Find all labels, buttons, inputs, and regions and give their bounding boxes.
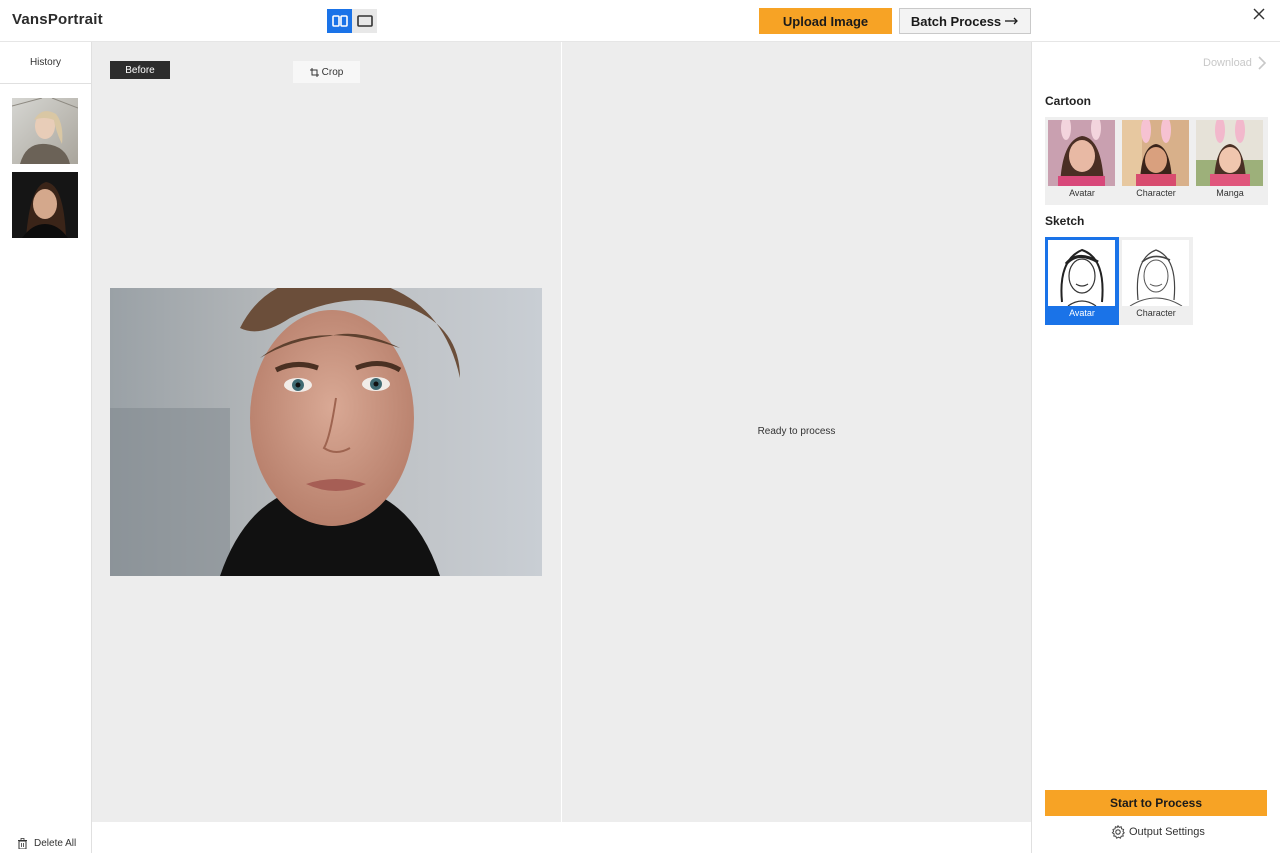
history-thumbnail-1[interactable] [12, 98, 78, 164]
start-process-button[interactable]: Start to Process [1045, 790, 1267, 816]
crop-icon [309, 67, 319, 77]
download-label: Download [1203, 57, 1252, 69]
style-panel: Download Cartoon Avatar Character Manga … [1031, 42, 1280, 853]
output-settings-button[interactable]: Output Settings [1111, 825, 1205, 839]
status-text: Ready to process [757, 426, 836, 437]
cartoon-avatar-style[interactable]: Avatar [1045, 117, 1119, 205]
sketch-section-title: Sketch [1045, 214, 1085, 228]
single-view-icon [356, 15, 373, 27]
close-button[interactable] [1250, 5, 1268, 23]
batch-process-button[interactable]: Batch Process [899, 8, 1031, 34]
cartoon-avatar-label: Avatar [1069, 188, 1095, 198]
sketch-character-style[interactable]: Character [1119, 237, 1193, 325]
cartoon-character-style[interactable]: Character [1119, 117, 1193, 205]
single-view-button[interactable] [352, 9, 377, 33]
before-canvas: Before Crop [92, 42, 561, 822]
delete-all-button[interactable]: Delete All [17, 838, 76, 849]
sketch-avatar-label: Avatar [1069, 308, 1095, 318]
sketch-style-list: Avatar Character [1045, 237, 1193, 325]
close-icon [1253, 8, 1265, 20]
cartoon-character-label: Character [1136, 188, 1176, 198]
upload-image-button[interactable]: Upload Image [759, 8, 892, 34]
app-window: VansPortrait Upload Image Batch Process [0, 0, 1280, 853]
trash-icon [18, 838, 27, 849]
cartoon-section-title: Cartoon [1045, 94, 1091, 108]
batch-process-label: Batch Process [910, 13, 1002, 29]
header-bar: VansPortrait Upload Image Batch Process [0, 0, 1280, 42]
sketch-avatar-preview [1048, 240, 1115, 306]
after-canvas: Ready to process [562, 42, 1031, 822]
app-logo: VansPortrait [12, 11, 103, 28]
cartoon-character-preview [1122, 120, 1189, 186]
cartoon-manga-label: Manga [1216, 188, 1244, 198]
sketch-character-preview [1122, 240, 1189, 306]
original-photo [110, 288, 542, 576]
arrow-right-icon [1005, 17, 1019, 25]
portrait-photo-image [110, 288, 542, 576]
delete-all-label: Delete All [34, 838, 77, 849]
canvas-footer [92, 822, 1031, 853]
history-tab[interactable]: History [0, 42, 91, 84]
cartoon-manga-style[interactable]: Manga [1193, 117, 1267, 205]
before-label: Before [110, 61, 170, 79]
chevron-right-icon [1258, 56, 1267, 70]
output-settings-label: Output Settings [1129, 826, 1205, 838]
dark-hair-portrait-image [12, 172, 78, 238]
view-mode-toggle [327, 9, 377, 33]
split-view-button[interactable] [327, 9, 352, 33]
history-panel: History Delete All [0, 42, 92, 853]
cartoon-avatar-preview [1048, 120, 1115, 186]
crop-label: Crop [321, 66, 344, 78]
blonde-portrait-image [12, 98, 78, 164]
sketch-character-label: Character [1136, 308, 1176, 318]
crop-button[interactable]: Crop [293, 61, 360, 83]
history-thumbnail-2[interactable] [12, 172, 78, 238]
split-view-icon [331, 15, 348, 27]
cartoon-style-list: Avatar Character Manga [1045, 117, 1268, 205]
gear-icon [1111, 825, 1125, 839]
download-button[interactable]: Download [1203, 56, 1267, 70]
cartoon-manga-preview [1196, 120, 1263, 186]
sketch-avatar-style[interactable]: Avatar [1045, 237, 1119, 325]
